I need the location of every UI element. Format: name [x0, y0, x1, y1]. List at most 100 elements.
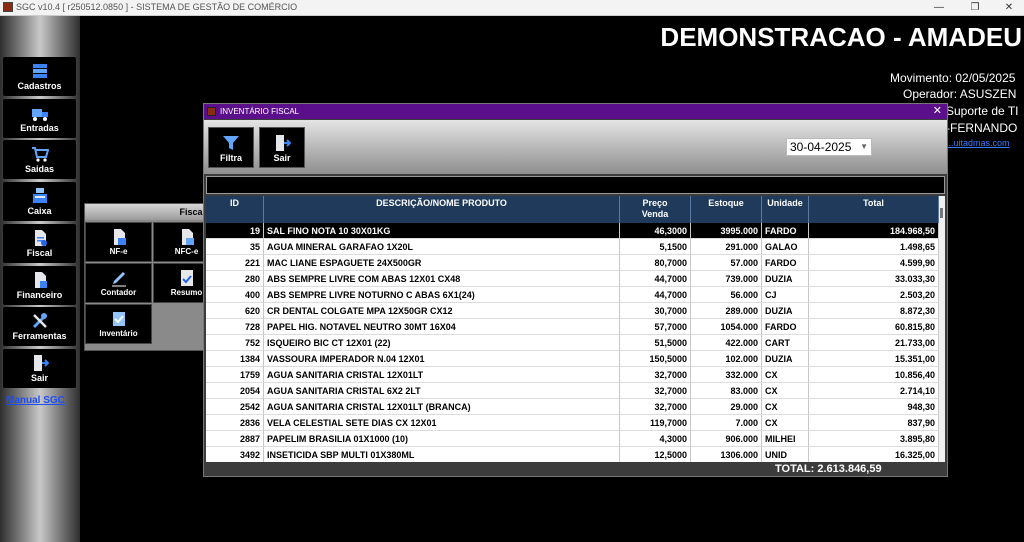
table-row[interactable]: 2542 AGUA SANITARIA CRISTAL 12X01LT (BRAN…: [206, 399, 939, 415]
cell-id: 1384: [206, 351, 264, 367]
exit-button[interactable]: Sair: [259, 127, 305, 168]
column-header-id[interactable]: ID: [206, 196, 264, 223]
sidebar-item-financeiro[interactable]: Financeiro: [3, 266, 76, 305]
cell-unit: FARDO: [762, 255, 809, 271]
cell-total: 2.714,10: [809, 383, 939, 399]
cell-id: 2887: [206, 431, 264, 447]
cell-price: 5,1500: [620, 239, 691, 255]
exit-door-icon: [276, 135, 291, 151]
table-row[interactable]: 1384 VASSOURA IMPERADOR N.04 12X01 150,500…: [206, 351, 939, 367]
sidebar-item-cadastros[interactable]: Cadastros: [3, 57, 76, 96]
cell-price: 30,7000: [620, 303, 691, 319]
cell-price: 119,7000: [620, 415, 691, 431]
cell-stock: 332.000: [691, 367, 762, 383]
inventory-check-icon: [112, 312, 125, 326]
cell-description: PAPELIM BRASILIA 01X1000 (10): [264, 431, 620, 447]
cell-price: 32,7000: [620, 383, 691, 399]
sidebar-item-caixa[interactable]: Caixa: [3, 182, 76, 221]
support-link[interactable]: ...uitadmas.com: [946, 138, 1010, 148]
table-row[interactable]: 728 PAPEL HIG. NOTAVEL NEUTRO 30MT 16X04 5…: [206, 319, 939, 335]
truck-icon: [31, 109, 48, 121]
dialog-title-bar: INVENTÁRIO FISCAL ✕: [204, 104, 947, 119]
cell-id: 2542: [206, 399, 264, 415]
cell-total: 3.895,80: [809, 431, 939, 447]
maximize-button[interactable]: ❐: [958, 0, 992, 15]
close-button[interactable]: ✕: [992, 0, 1024, 15]
chevron-down-icon[interactable]: ▼: [860, 139, 868, 155]
funnel-icon: [223, 136, 239, 150]
window-title: SGC v10.4 [ r250512.0850 ] - SISTEMA DE …: [16, 2, 298, 12]
table-row[interactable]: 2054 AGUA SANITARIA CRISTAL 6X2 2LT 32,700…: [206, 383, 939, 399]
cell-total: 33.033,30: [809, 271, 939, 287]
cell-unit: CX: [762, 399, 809, 415]
cell-unit: CX: [762, 415, 809, 431]
cell-stock: 29.000: [691, 399, 762, 415]
table-row[interactable]: 752 ISQUEIRO BIC CT 12X01 (22) 51,5000 422.…: [206, 335, 939, 351]
cell-unit: CX: [762, 367, 809, 383]
cell-unit: GALAO: [762, 239, 809, 255]
minimize-button[interactable]: —: [922, 0, 956, 15]
database-icon: [32, 64, 47, 78]
contador-label: Contador: [100, 288, 137, 297]
window-title-bar: SGC v10.4 [ r250512.0850 ] - SISTEMA DE …: [0, 0, 1024, 16]
column-header-price[interactable]: Preço Venda: [620, 196, 691, 223]
sidebar-item-ferramentas[interactable]: Ferramentas: [3, 307, 76, 346]
cell-total: 2.503,20: [809, 287, 939, 303]
cell-id: 2836: [206, 415, 264, 431]
table-row[interactable]: 221 MAC LIANE ESPAGUETE 24X500GR 80,7000 57…: [206, 255, 939, 271]
column-header-total[interactable]: Total: [809, 196, 939, 223]
cell-price: 44,7000: [620, 271, 691, 287]
sidebar-item-sair[interactable]: Sair: [3, 349, 76, 388]
cell-unit: CX: [762, 383, 809, 399]
table-row[interactable]: 3492 INSETICIDA SBP MULTI 01X380ML 12,5000…: [206, 447, 939, 462]
cell-id: 620: [206, 303, 264, 319]
fiscal-submenu: Fiscal NF-e NFC-e Contador Resumo Invent…: [84, 203, 220, 351]
scrollbar-thumb[interactable]: [940, 208, 943, 218]
sidebar-item-saidas[interactable]: Saidas: [3, 140, 76, 179]
vertical-scrollbar[interactable]: [939, 196, 945, 462]
manual-link[interactable]: Manual SGC: [6, 395, 65, 406]
cell-stock: 1306.000: [691, 447, 762, 462]
cell-stock: 56.000: [691, 287, 762, 303]
cell-stock: 906.000: [691, 431, 762, 447]
cell-stock: 422.000: [691, 335, 762, 351]
date-select[interactable]: 30-04-2025 ▼: [786, 138, 872, 156]
nfe-button[interactable]: NF-e: [85, 222, 152, 262]
cell-description: MAC LIANE ESPAGUETE 24X500GR: [264, 255, 620, 271]
table-row[interactable]: 280 ABS SEMPRE LIVRE COM ABAS 12X01 CX48 4…: [206, 271, 939, 287]
cell-total: 4.599,90: [809, 255, 939, 271]
cell-id: 2054: [206, 383, 264, 399]
cell-unit: MILHEI: [762, 431, 809, 447]
table-header: ID DESCRIÇÃO/NOME PRODUTO Preço Venda Es…: [206, 196, 939, 223]
table-row[interactable]: 620 CR DENTAL COLGATE MPA 12X50GR CX12 30,…: [206, 303, 939, 319]
sidebar-item-entradas[interactable]: Entradas: [3, 99, 76, 138]
cell-description: AGUA SANITARIA CRISTAL 6X2 2LT: [264, 383, 620, 399]
cell-id: 221: [206, 255, 264, 271]
cart-icon: [31, 147, 49, 162]
contador-button[interactable]: Contador: [85, 263, 152, 303]
table-row[interactable]: 35 AGUA MINERAL GARAFAO 1X20L 5,1500 291.00…: [206, 239, 939, 255]
filter-bar: [206, 176, 945, 194]
filter-button[interactable]: Filtra: [208, 127, 254, 168]
dialog-close-button[interactable]: ✕: [933, 104, 942, 119]
exit-door-icon: [33, 355, 49, 371]
cell-stock: 3995.000: [691, 223, 762, 239]
table-row[interactable]: 1759 AGUA SANITARIA CRISTAL 12X01LT 32,700…: [206, 367, 939, 383]
table-row[interactable]: 400 ABS SEMPRE LIVRE NOTURNO C ABAS 6X1(2…: [206, 287, 939, 303]
table-row[interactable]: 2836 VELA CELESTIAL SETE DIAS CX 12X01 119…: [206, 415, 939, 431]
table-row[interactable]: 19 SAL FINO NOTA 10 30X01KG 46,3000 3995.00…: [206, 223, 939, 239]
column-header-description[interactable]: DESCRIÇÃO/NOME PRODUTO: [264, 196, 620, 223]
cell-id: 728: [206, 319, 264, 335]
cell-description: VASSOURA IMPERADOR N.04 12X01: [264, 351, 620, 367]
cell-id: 280: [206, 271, 264, 287]
sidebar-item-fiscal[interactable]: Fiscal: [3, 224, 76, 263]
technician-name: -FERNANDO: [946, 121, 1018, 135]
column-header-stock[interactable]: Estoque: [691, 196, 762, 223]
column-header-unit[interactable]: Unidade: [762, 196, 809, 223]
inventario-button[interactable]: Inventário: [85, 304, 152, 344]
cell-id: 400: [206, 287, 264, 303]
table-row[interactable]: 2887 PAPELIM BRASILIA 01X1000 (10) 4,3000 9…: [206, 431, 939, 447]
operator-name: Operador: ASUSZEN: [903, 87, 1017, 101]
cell-total: 10.856,40: [809, 367, 939, 383]
dialog-app-icon: [207, 107, 216, 116]
